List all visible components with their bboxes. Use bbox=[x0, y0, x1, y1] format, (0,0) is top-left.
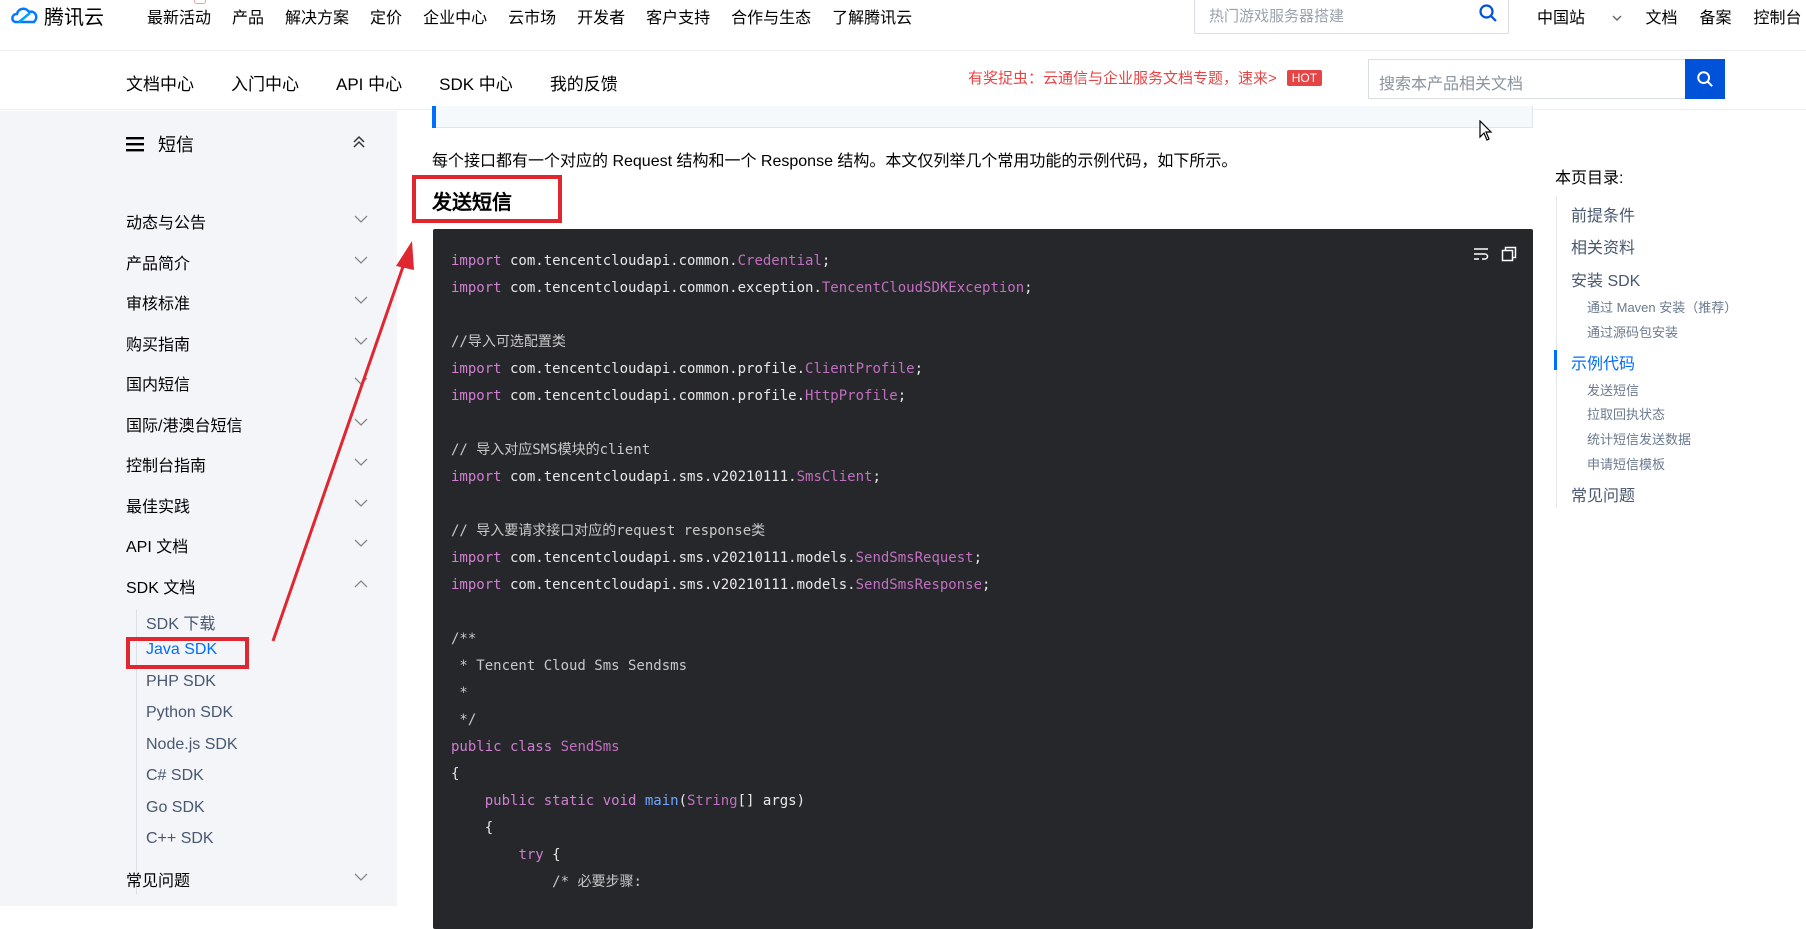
hot-badge: HOT bbox=[1286, 69, 1323, 86]
code-toolbar bbox=[1473, 246, 1517, 262]
sidebar-header: 短信 bbox=[126, 131, 194, 157]
docs-link[interactable]: 文档 bbox=[1645, 4, 1677, 28]
sdk-subitem[interactable]: C# SDK bbox=[146, 767, 204, 785]
toc-subitem[interactable]: 通过源码包安装 bbox=[1587, 322, 1678, 341]
sidebar-item[interactable]: 控制台指南 bbox=[126, 452, 206, 476]
top-right-nav: 中国站 文档 备案 控制台 bbox=[1537, 4, 1806, 28]
sdk-subitem[interactable]: Node.js SDK bbox=[146, 736, 238, 754]
top-nav-item[interactable]: 开发者 bbox=[577, 4, 625, 28]
doc-search-placeholder: 搜索本产品相关文档 bbox=[1379, 76, 1524, 93]
product-sidebar: 短信 动态与公告 产品简介 审核标准 购买指南 国内短信 国际/港澳台短信 控制… bbox=[0, 111, 397, 906]
doc-subheader: 文档中心 入门中心 API 中心 SDK 中心 我的反馈 有奖捉虫：云通信与企业… bbox=[0, 50, 1806, 110]
sidebar-item[interactable]: 购买指南 bbox=[126, 331, 190, 355]
chevron-down-icon[interactable] bbox=[354, 255, 368, 265]
wrap-lines-icon[interactable] bbox=[1473, 246, 1489, 262]
promo-link[interactable]: 有奖捉虫：云通信与企业服务文档专题，速来> HOT bbox=[968, 67, 1323, 88]
sidebar-item[interactable]: 国际/港澳台短信 bbox=[126, 412, 242, 436]
java-code: import com.tencentcloudapi.common.Creden… bbox=[451, 253, 1033, 890]
sidebar-title: 短信 bbox=[158, 135, 194, 155]
chevron-down-icon[interactable] bbox=[354, 872, 368, 882]
chevron-down-icon[interactable] bbox=[354, 498, 368, 508]
chevron-down-icon[interactable] bbox=[354, 295, 368, 305]
sdk-subitem[interactable]: C++ SDK bbox=[146, 830, 214, 848]
chevron-up-icon[interactable] bbox=[354, 579, 368, 589]
sidebar-item[interactable]: 审核标准 bbox=[126, 290, 190, 314]
cloud-logo-icon bbox=[11, 7, 38, 24]
toc-item[interactable]: 安装 SDK bbox=[1571, 267, 1640, 291]
promo-text: 有奖捉虫：云通信与企业服务文档专题，速来> bbox=[968, 70, 1277, 87]
toc-subitem[interactable]: 拉取回执状态 bbox=[1587, 404, 1665, 423]
toc-item-active[interactable]: 示例代码 bbox=[1571, 350, 1635, 374]
code-block: import com.tencentcloudapi.common.Creden… bbox=[433, 229, 1533, 929]
chevron-down-icon[interactable] bbox=[354, 214, 368, 224]
chevron-down-icon[interactable] bbox=[354, 336, 368, 346]
top-nav-item[interactable]: 了解腾讯云 bbox=[832, 4, 912, 28]
toc-item[interactable]: 前提条件 bbox=[1571, 202, 1635, 226]
toc-active-indicator bbox=[1554, 350, 1557, 370]
top-nav: 最新活动 产品 解决方案 定价 企业中心 云市场 开发者 客户支持 合作与生态 … bbox=[147, 4, 933, 28]
annotation-box-java-sdk bbox=[126, 637, 249, 669]
sidebar-item[interactable]: API 文档 bbox=[126, 533, 188, 557]
sidebar-item[interactable]: 产品简介 bbox=[126, 250, 190, 274]
doc-search-button[interactable] bbox=[1685, 59, 1725, 99]
filing-link[interactable]: 备案 bbox=[1699, 4, 1731, 28]
top-header: 腾讯云 最新活动 产品 解决方案 定价 企业中心 云市场 开发者 客户支持 合作… bbox=[0, 0, 1806, 50]
chevron-down-icon[interactable] bbox=[354, 417, 368, 427]
search-icon bbox=[1697, 71, 1713, 87]
chevron-down-icon[interactable] bbox=[354, 457, 368, 467]
sidebar-item[interactable]: 动态与公告 bbox=[126, 209, 206, 233]
sdk-subitem[interactable]: Python SDK bbox=[146, 704, 233, 722]
toc-subitem[interactable]: 发送短信 bbox=[1587, 380, 1639, 399]
doc-nav-item[interactable]: 入门中心 bbox=[231, 70, 299, 95]
note-box bbox=[432, 106, 1533, 128]
copy-icon[interactable] bbox=[1501, 246, 1517, 262]
top-nav-item[interactable]: 解决方案 bbox=[285, 4, 349, 28]
chevron-down-icon[interactable] bbox=[354, 376, 368, 386]
sidebar-item[interactable]: 国内短信 bbox=[126, 371, 190, 395]
mouse-cursor-icon bbox=[1479, 120, 1493, 141]
sdk-subitem[interactable]: SDK 下载 bbox=[146, 610, 215, 634]
top-nav-item[interactable]: 最新活动 bbox=[147, 4, 211, 28]
note-accent-bar bbox=[432, 106, 436, 128]
doc-nav-item[interactable]: 文档中心 bbox=[126, 70, 194, 95]
sidebar-item-faq[interactable]: 常见问题 bbox=[126, 867, 190, 891]
sdk-subitem[interactable]: Go SDK bbox=[146, 799, 205, 817]
toc-item[interactable]: 相关资料 bbox=[1571, 234, 1635, 258]
sidebar-item[interactable]: 最佳实践 bbox=[126, 493, 190, 517]
top-nav-item[interactable]: 产品 bbox=[232, 4, 264, 28]
chevron-down-icon bbox=[1612, 15, 1622, 21]
search-icon[interactable] bbox=[1478, 3, 1498, 23]
top-nav-item[interactable]: 客户支持 bbox=[646, 4, 710, 28]
annotation-box-title bbox=[412, 175, 562, 223]
intro-text: 每个接口都有一个对应的 Request 结构和一个 Response 结构。本文… bbox=[432, 153, 1238, 170]
double-chevron-up-icon[interactable] bbox=[352, 135, 366, 149]
logo-text: 腾讯云 bbox=[44, 6, 104, 29]
sdk-subitem[interactable]: PHP SDK bbox=[146, 673, 216, 691]
doc-nav-item[interactable]: SDK 中心 bbox=[439, 70, 513, 95]
doc-search-input[interactable]: 搜索本产品相关文档 bbox=[1368, 59, 1725, 99]
chevron-down-icon[interactable] bbox=[354, 538, 368, 548]
doc-nav-item[interactable]: API 中心 bbox=[336, 70, 402, 95]
console-link[interactable]: 控制台 bbox=[1754, 4, 1802, 28]
toc-title: 本页目录: bbox=[1555, 170, 1624, 187]
doc-nav-item[interactable]: 我的反馈 bbox=[550, 70, 618, 95]
top-nav-item[interactable]: 云市场 bbox=[508, 4, 556, 28]
top-nav-item[interactable]: 合作与生态 bbox=[731, 4, 811, 28]
toc-subitem[interactable]: 申请短信模板 bbox=[1587, 454, 1665, 473]
toc-subitem[interactable]: 通过 Maven 安装（推荐） bbox=[1587, 297, 1737, 316]
top-nav-item[interactable]: 企业中心 bbox=[423, 4, 487, 28]
toc-item[interactable]: 常见问题 bbox=[1571, 482, 1635, 506]
sidebar-item-sdk-docs[interactable]: SDK 文档 bbox=[126, 574, 195, 598]
doc-nav: 文档中心 入门中心 API 中心 SDK 中心 我的反馈 bbox=[126, 70, 655, 95]
search-placeholder: 热门游戏服务器搭建 bbox=[1209, 8, 1345, 25]
tencent-cloud-logo[interactable]: 腾讯云 bbox=[10, 2, 104, 29]
region-selector[interactable]: 中国站 bbox=[1537, 4, 1623, 28]
menu-icon[interactable] bbox=[126, 136, 144, 152]
toc-subitem[interactable]: 统计短信发送数据 bbox=[1587, 429, 1691, 448]
global-search-input[interactable]: 热门游戏服务器搭建 bbox=[1194, 0, 1509, 34]
region-label: 中国站 bbox=[1537, 10, 1586, 27]
top-nav-item[interactable]: 定价 bbox=[370, 4, 402, 28]
